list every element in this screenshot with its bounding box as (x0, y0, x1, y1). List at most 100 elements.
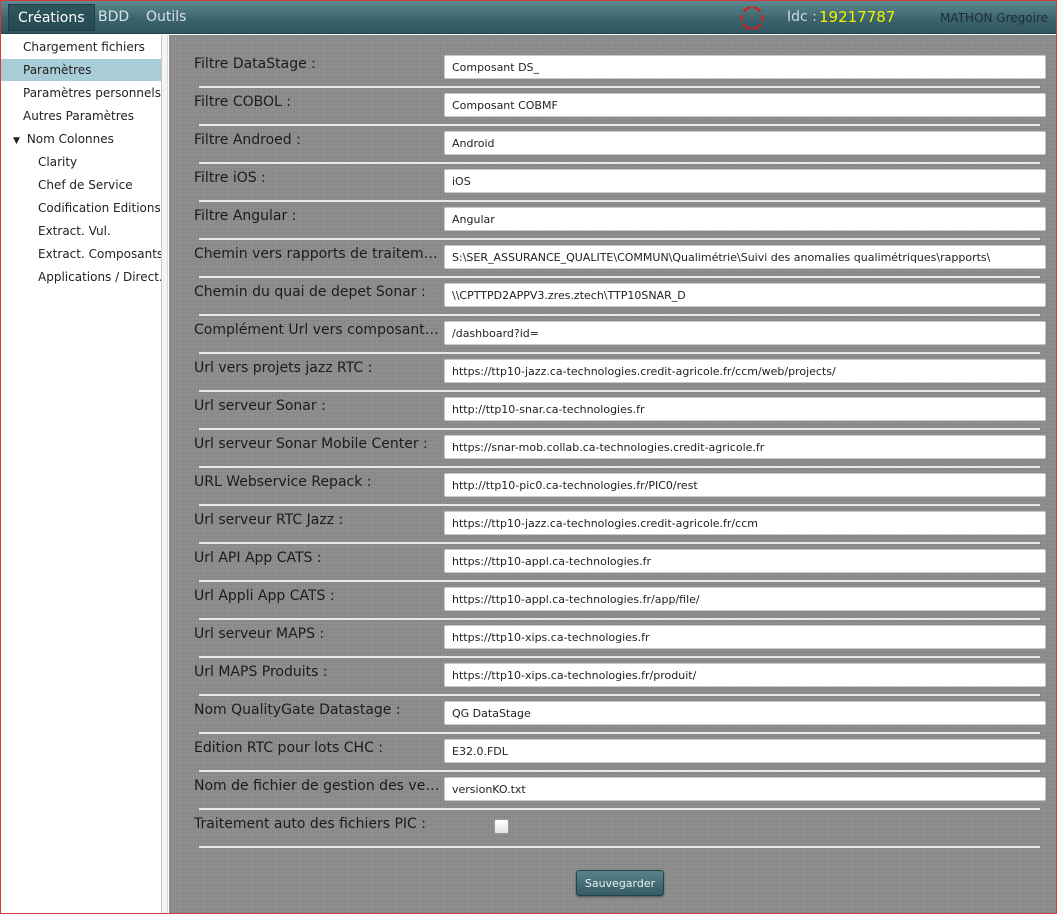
form-row: Nom QualityGate Datastage : (193, 696, 1046, 734)
sidebar-item-chargement-fichiers[interactable]: Chargement fichiers (1, 36, 161, 58)
filtre-cobol-label: Filtre COBOL : (194, 94, 291, 110)
form-row: Complément Url vers composants RT... (193, 316, 1046, 354)
qualitygate-datastage-label: Nom QualityGate Datastage : (194, 702, 401, 718)
url-serveur-maps-input[interactable] (444, 625, 1046, 649)
url-maps-produits-label: Url MAPS Produits : (194, 664, 328, 680)
form-row: Filtre iOS : (193, 164, 1046, 202)
form-row: Filtre COBOL : (193, 88, 1046, 126)
sidebar-item-label: Extract. Composants (38, 247, 161, 261)
idc-label: Idc : (787, 9, 817, 25)
url-api-cats-input[interactable] (444, 549, 1046, 573)
filtre-datastage-input[interactable] (444, 55, 1046, 79)
form-row: Filtre DataStage : (193, 50, 1046, 88)
url-rtc-jazz-input[interactable] (444, 511, 1046, 535)
chevron-down-icon[interactable]: ▼ (13, 130, 23, 150)
traitement-auto-pic-label: Traitement auto des fichiers PIC : (194, 816, 426, 832)
form-row: Chemin du quai de depet Sonar : (193, 278, 1046, 316)
sidebar-item-label: Clarity (38, 155, 78, 169)
form-row: Url API App CATS : (193, 544, 1046, 582)
complement-url-label: Complément Url vers composants RT... (194, 322, 442, 338)
sidebar-item-label: Paramètres (23, 63, 92, 77)
edition-rtc-chc-label: Edition RTC pour lots CHC : (194, 740, 384, 756)
form-row: Url MAPS Produits : (193, 658, 1046, 696)
url-sonar-mobile-label: Url serveur Sonar Mobile Center : (194, 436, 428, 452)
form-row: Filtre Androed : (193, 126, 1046, 164)
form-row: Nom de fichier de gestion des versi... (193, 772, 1046, 810)
form-row: Chemin vers rapports de traitement : (193, 240, 1046, 278)
fichier-gestion-versions-input[interactable] (444, 777, 1046, 801)
menu-creations[interactable]: Créations (8, 4, 95, 31)
menu-bar: Créations BDD Outils Idc : 19217787 MATH… (1, 1, 1056, 34)
form-row: Traitement auto des fichiers PIC : (193, 810, 1046, 848)
form-row: Filtre Angular : (193, 202, 1046, 240)
form-row: Url serveur Sonar : (193, 392, 1046, 430)
chemin-quai-sonar-input[interactable] (444, 283, 1046, 307)
sidebar-splitter[interactable] (162, 35, 168, 913)
sidebar-item-applications-direct[interactable]: Applications / Direct... (1, 266, 161, 288)
loading-spinner-icon (740, 6, 764, 30)
edition-rtc-chc-input[interactable] (444, 739, 1046, 763)
sidebar-item-parametres-personnels[interactable]: Paramètres personnels (1, 82, 161, 104)
url-webservice-repack-label: URL Webservice Repack : (194, 474, 372, 490)
user-name: MATHON Gregoire (940, 11, 1048, 25)
chemin-quai-sonar-label: Chemin du quai de depet Sonar : (194, 284, 426, 300)
url-rtc-jazz-label: Url serveur RTC Jazz : (194, 512, 344, 528)
url-projets-jazz-input[interactable] (444, 359, 1046, 383)
menu-outils[interactable]: Outils (137, 4, 195, 31)
sidebar-item-label: Codification Editions (38, 201, 161, 215)
sidebar-item-codification-editions[interactable]: Codification Editions (1, 197, 161, 219)
form-row: URL Webservice Repack : (193, 468, 1046, 506)
url-maps-produits-input[interactable] (444, 663, 1046, 687)
url-api-cats-label: Url API App CATS : (194, 550, 322, 566)
filtre-angular-input[interactable] (444, 207, 1046, 231)
url-serveur-sonar-input[interactable] (444, 397, 1046, 421)
url-appli-cats-input[interactable] (444, 587, 1046, 611)
form-row: Url serveur Sonar Mobile Center : (193, 430, 1046, 468)
idc-value: 19217787 (819, 8, 896, 26)
filtre-cobol-input[interactable] (444, 93, 1046, 117)
url-serveur-sonar-label: Url serveur Sonar : (194, 398, 326, 414)
fichier-gestion-versions-label: Nom de fichier de gestion des versi... (194, 778, 442, 794)
form-row: Edition RTC pour lots CHC : (193, 734, 1046, 772)
chemin-rapports-input[interactable] (444, 245, 1046, 269)
url-appli-cats-label: Url Appli App CATS : (194, 588, 335, 604)
form-row: Url serveur RTC Jazz : (193, 506, 1046, 544)
sidebar-item-label: Extract. Vul. (38, 224, 111, 238)
url-serveur-maps-label: Url serveur MAPS : (194, 626, 325, 642)
sidebar-item-label: Nom Colonnes (26, 132, 114, 146)
form-row: Url vers projets jazz RTC : (193, 354, 1046, 392)
menu-bdd[interactable]: BDD (89, 4, 138, 31)
filtre-angular-label: Filtre Angular : (194, 208, 297, 224)
filtre-datastage-label: Filtre DataStage : (194, 56, 316, 72)
complement-url-input[interactable] (444, 321, 1046, 345)
url-sonar-mobile-input[interactable] (444, 435, 1046, 459)
row-divider (199, 846, 1040, 848)
sidebar-item-nom-colonnes[interactable]: ▼ Nom Colonnes (1, 128, 161, 150)
sidebar-item-extract-vul[interactable]: Extract. Vul. (1, 220, 161, 242)
application-window: Créations BDD Outils Idc : 19217787 MATH… (0, 0, 1057, 914)
parameters-form-panel: Filtre DataStage : Filtre COBOL : Filtre… (169, 35, 1056, 913)
sidebar-item-label: Chargement fichiers (23, 40, 145, 54)
url-projets-jazz-label: Url vers projets jazz RTC : (194, 360, 373, 376)
filtre-ios-input[interactable] (444, 169, 1046, 193)
sidebar-item-label: Chef de Service (38, 178, 133, 192)
sidebar-item-parametres[interactable]: Paramètres (1, 59, 161, 81)
form-row: Url serveur MAPS : (193, 620, 1046, 658)
save-button[interactable]: Sauvegarder (576, 870, 664, 896)
qualitygate-datastage-input[interactable] (444, 701, 1046, 725)
sidebar-item-extract-composants[interactable]: Extract. Composants (1, 243, 161, 265)
sidebar-item-autres-parametres[interactable]: Autres Paramètres (1, 105, 161, 127)
sidebar-item-label: Applications / Direct... (38, 270, 161, 284)
url-webservice-repack-input[interactable] (444, 473, 1046, 497)
filtre-ios-label: Filtre iOS : (194, 170, 266, 186)
form-row: Url Appli App CATS : (193, 582, 1046, 620)
filtre-android-label: Filtre Androed : (194, 132, 301, 148)
sidebar-tree: Chargement fichiers Paramètres Paramètre… (1, 35, 162, 913)
sidebar-item-label: Autres Paramètres (23, 109, 135, 123)
sidebar-item-clarity[interactable]: Clarity (1, 151, 161, 173)
filtre-android-input[interactable] (444, 131, 1046, 155)
sidebar-item-chef-de-service[interactable]: Chef de Service (1, 174, 161, 196)
traitement-auto-pic-checkbox[interactable] (494, 819, 509, 834)
chemin-rapports-label: Chemin vers rapports de traitement : (194, 246, 442, 262)
sidebar-item-label: Paramètres personnels (23, 86, 161, 100)
